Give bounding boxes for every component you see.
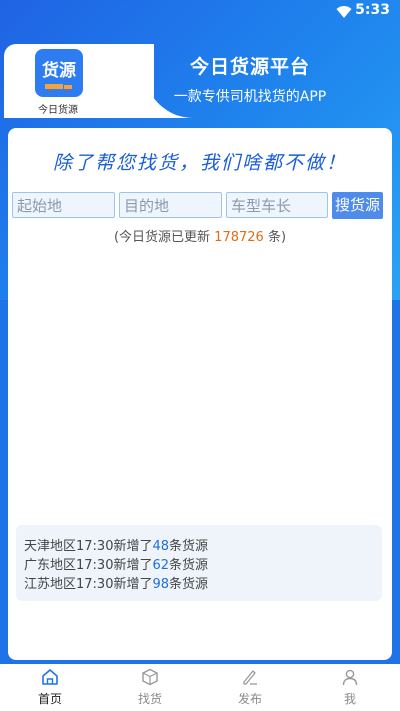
- nav-me-label: 我: [343, 692, 356, 706]
- update-info: (今日货源已更新 178726 条): [8, 226, 392, 245]
- logo-tab: 货源 今日货源: [4, 44, 154, 118]
- vehicle-input[interactable]: 车型车长: [226, 192, 328, 218]
- news-count: 62: [152, 558, 170, 573]
- origin-input[interactable]: 起始地: [12, 192, 115, 218]
- nav-home[interactable]: 首页: [0, 664, 100, 711]
- destination-input[interactable]: 目的地: [119, 192, 222, 218]
- news-ticker: 天津地区17:30新增了48条货源 广东地区17:30新增了62条货源 江苏地区…: [16, 525, 382, 601]
- publish-icon: [243, 670, 257, 685]
- news-suffix: 条货源: [169, 558, 209, 573]
- slogan: 除了帮您找货，我们啥都不做！: [52, 152, 347, 174]
- nav-publish[interactable]: 发布: [200, 664, 300, 711]
- bottom-nav: 首页 找货 发布 我: [0, 664, 400, 711]
- news-suffix: 条货源: [169, 577, 209, 592]
- search-button[interactable]: 搜货源: [332, 192, 383, 219]
- box-icon: [142, 668, 158, 686]
- news-count: 98: [152, 577, 170, 592]
- update-count: 178726: [214, 230, 264, 245]
- app-subtitle: 一款专供司机找货的APP: [173, 89, 327, 105]
- nav-home-label: 首页: [37, 692, 62, 706]
- nav-find-goods[interactable]: 找货: [100, 664, 200, 711]
- news-prefix: 江苏地区17:30新增了: [24, 577, 153, 592]
- logo-caption: 今日货源: [38, 105, 78, 116]
- nav-publish-label: 发布: [237, 692, 262, 706]
- wifi-icon: [336, 6, 352, 18]
- nav-me[interactable]: 我: [300, 664, 400, 711]
- nav-find-goods-label: 找货: [137, 692, 162, 706]
- news-item: 江苏地区17:30新增了98条货源: [24, 573, 208, 592]
- news-item: 广东地区17:30新增了62条货源: [24, 554, 208, 573]
- news-item: 天津地区17:30新增了48条货源: [24, 535, 208, 554]
- news-count: 48: [152, 539, 170, 554]
- truck-icon: [45, 84, 72, 91]
- update-suffix: 条): [267, 230, 287, 245]
- update-prefix: (今日货源已更新: [113, 230, 211, 245]
- news-prefix: 广东地区17:30新增了: [24, 558, 153, 573]
- news-prefix: 天津地区17:30新增了: [24, 539, 153, 554]
- home-icon: [42, 669, 58, 685]
- news-suffix: 条货源: [169, 539, 209, 554]
- status-time: 5:33: [355, 2, 390, 18]
- main-card: 除了帮您找货，我们啥都不做！ 起始地 目的地 车型车长 搜货源 (今日货源已更新…: [8, 128, 392, 660]
- status-bar: 5:33: [0, 0, 400, 24]
- profile-icon: [342, 669, 358, 686]
- app-title: 今日货源平台: [189, 56, 310, 78]
- app-logo: 货源: [35, 49, 83, 97]
- logo-text: 货源: [42, 61, 76, 81]
